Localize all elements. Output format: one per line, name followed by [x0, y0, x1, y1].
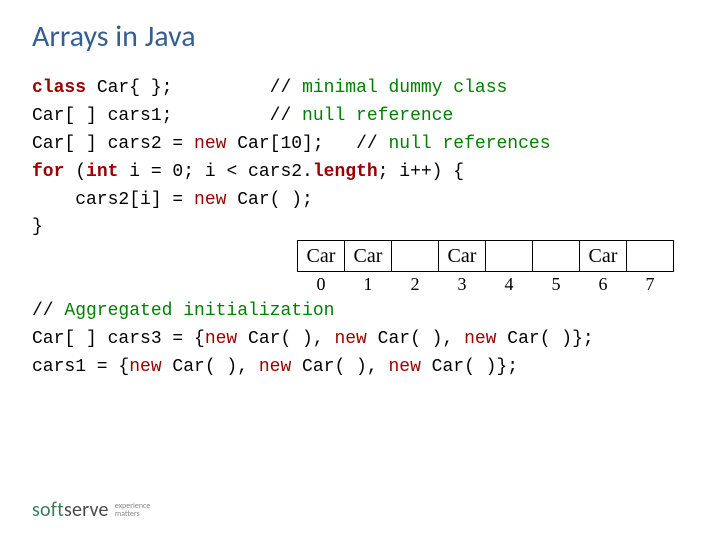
code-text: cars2[i] =	[32, 190, 194, 210]
code-blank-text	[32, 245, 43, 265]
logo-text: softserve	[32, 498, 109, 522]
code-line-5: cars2[i] = new Car( );	[32, 187, 688, 215]
keyword-new: new	[334, 329, 366, 349]
array-index: 4	[485, 272, 533, 295]
code-text: (	[64, 162, 86, 182]
code-text: cars1 = {	[32, 357, 129, 377]
array-cells-row: Car Car Car Car	[298, 240, 674, 272]
logo-soft: soft	[32, 498, 64, 522]
code-line-6: }	[32, 214, 688, 242]
code-text: Car{ };	[86, 78, 270, 98]
comment-text: null reference	[302, 106, 453, 126]
code-text: Car( ),	[162, 357, 259, 377]
code-line-2: Car[ ] cars1; // null reference	[32, 103, 688, 131]
code-text: Car[10];	[226, 134, 356, 154]
code-text: Car( )};	[421, 357, 518, 377]
code-line-3: Car[ ] cars2 = new Car[10]; // null refe…	[32, 131, 688, 159]
keyword-for: for	[32, 162, 64, 182]
code-text: Car( ),	[291, 357, 388, 377]
keyword-new: new	[194, 134, 226, 154]
code-text: Car[ ] cars3 = {	[32, 329, 205, 349]
keyword-length: length	[313, 162, 378, 182]
logo-tagline: experience matters	[115, 502, 151, 519]
code-text: ; i++) {	[378, 162, 464, 182]
code-text: Car[ ] cars2 =	[32, 134, 194, 154]
keyword-new: new	[194, 190, 226, 210]
code-text: Car( ),	[367, 329, 464, 349]
array-indices-row: 0 1 2 3 4 5 6 7	[298, 272, 674, 295]
logo: softserve experience matters	[32, 498, 150, 522]
array-cell	[532, 240, 580, 272]
code-text: Car( )};	[496, 329, 593, 349]
comment-slashes: //	[270, 78, 302, 98]
comment-slashes: //	[356, 134, 388, 154]
array-cell: Car	[579, 240, 627, 272]
code-blank-text	[32, 273, 43, 293]
array-index: 6	[579, 272, 627, 295]
logo-serve: serve	[64, 498, 109, 522]
array-index: 3	[438, 272, 486, 295]
keyword-class: class	[32, 78, 86, 98]
keyword-new: new	[464, 329, 496, 349]
code-text: Car( ),	[237, 329, 334, 349]
comment-text: Aggregated initialization	[64, 301, 334, 321]
code-line-4: for (int i = 0; i < cars2.length; i++) {	[32, 159, 688, 187]
keyword-new: new	[388, 357, 420, 377]
array-index: 0	[297, 272, 345, 295]
array-cell	[391, 240, 439, 272]
array-index: 5	[532, 272, 580, 295]
code-line-1: class Car{ }; // minimal dummy class	[32, 75, 688, 103]
comment-slashes: //	[270, 106, 302, 126]
keyword-new: new	[129, 357, 161, 377]
array-diagram: Car Car Car Car 0 1 2 3 4 5 6 7	[298, 240, 674, 295]
comment-text: minimal dummy class	[302, 78, 507, 98]
logo-tag-line2: matters	[115, 510, 151, 518]
array-cell	[626, 240, 674, 272]
code-block: class Car{ }; // minimal dummy class Car…	[32, 75, 688, 382]
array-index: 1	[344, 272, 392, 295]
code-line-8: Car[ ] cars3 = {new Car( ), new Car( ), …	[32, 326, 688, 354]
comment-slashes: //	[32, 301, 64, 321]
array-cell	[485, 240, 533, 272]
keyword-new: new	[259, 357, 291, 377]
comment-text: null references	[388, 134, 550, 154]
code-text: }	[32, 217, 43, 237]
code-line-9: cars1 = {new Car( ), new Car( ), new Car…	[32, 354, 688, 382]
array-index: 7	[626, 272, 674, 295]
page-title: Arrays in Java	[32, 18, 688, 55]
array-cell: Car	[438, 240, 486, 272]
code-text: i = 0; i < cars2.	[118, 162, 312, 182]
keyword-int: int	[86, 162, 118, 182]
code-text: Car( );	[226, 190, 312, 210]
code-text: Car[ ] cars1;	[32, 106, 270, 126]
code-line-7: // Aggregated initialization	[32, 298, 688, 326]
array-index: 2	[391, 272, 439, 295]
array-cell: Car	[297, 240, 345, 272]
keyword-new: new	[205, 329, 237, 349]
array-cell: Car	[344, 240, 392, 272]
